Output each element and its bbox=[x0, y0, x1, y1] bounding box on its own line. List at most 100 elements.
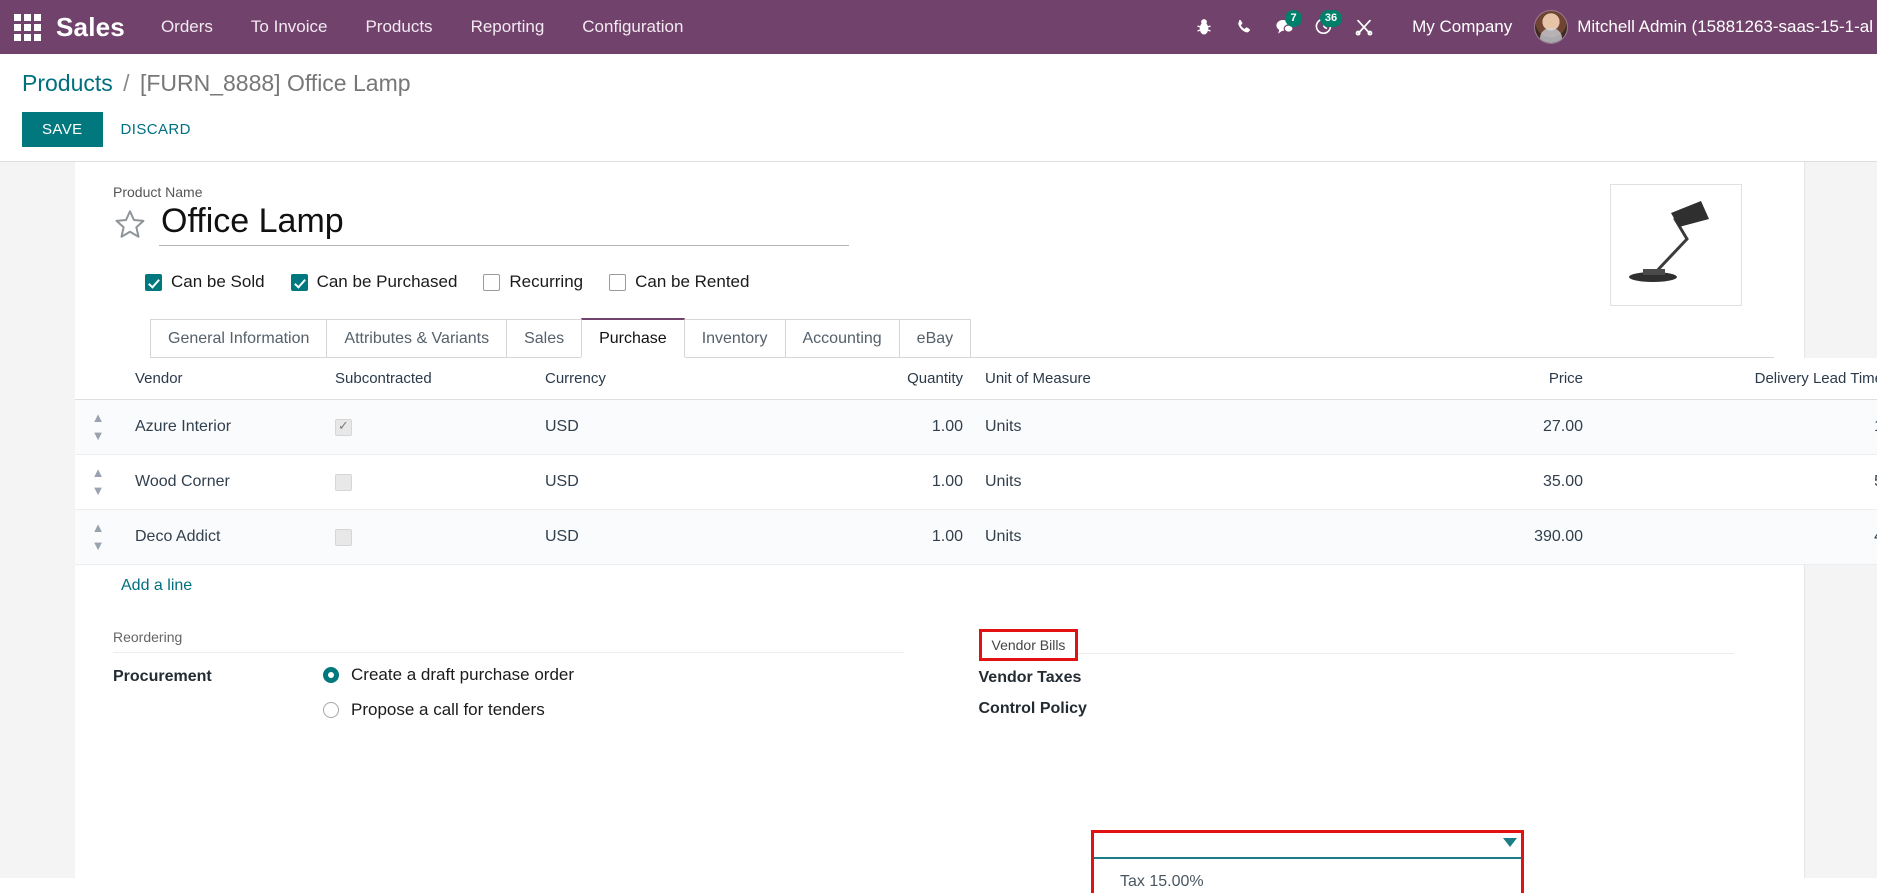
tab-accounting[interactable]: Accounting bbox=[784, 319, 900, 358]
recurring-label: Recurring bbox=[509, 272, 584, 292]
vendor-taxes-dropdown[interactable]: Tax 15.00% Start typing... bbox=[1091, 830, 1524, 893]
can-be-purchased-label: Can be Purchased bbox=[316, 272, 458, 292]
control-policy-label: Control Policy bbox=[978, 700, 1087, 718]
breadcrumb: Products / [FURN_8888] Office Lamp bbox=[22, 70, 1855, 96]
vendor-bills-group: Vendor Bills Vendor Taxes Control Policy bbox=[944, 629, 1775, 745]
drag-handle-icon[interactable]: ▲ ▼ bbox=[75, 509, 121, 566]
cell-uom[interactable]: Units bbox=[971, 454, 1301, 511]
table-row[interactable]: ▲▼ Wood Corner USD 1.00 Units 35.00 5 🗑.… bbox=[75, 454, 1877, 511]
subcontracted-checkbox[interactable] bbox=[335, 528, 352, 546]
star-icon[interactable] bbox=[113, 207, 147, 241]
cell-lead-time[interactable]: 4 bbox=[1591, 509, 1877, 566]
cell-subcontracted[interactable] bbox=[321, 454, 531, 511]
dropdown-option-tax-15[interactable]: Tax 15.00% bbox=[1094, 869, 1521, 893]
can-be-purchased-checkbox[interactable] bbox=[290, 273, 308, 291]
vendor-taxes-input[interactable] bbox=[1094, 833, 1496, 858]
table-row[interactable]: ▲▼ Deco Addict USD 1.00 Units 390.00 4 🗑… bbox=[75, 509, 1877, 566]
cell-price[interactable]: 35.00 bbox=[1301, 454, 1591, 511]
radio-label-tenders: Propose a call for tenders bbox=[351, 700, 545, 720]
table-row[interactable]: ▲▼ Azure Interior USD 1.00 Units 27.00 1… bbox=[75, 399, 1877, 456]
tools-icon[interactable] bbox=[1344, 0, 1384, 54]
cell-quantity[interactable]: 1.00 bbox=[781, 454, 971, 511]
can-be-rented-label: Can be Rented bbox=[635, 272, 750, 292]
bug-icon[interactable] bbox=[1184, 0, 1224, 54]
control-panel: Products / [FURN_8888] Office Lamp SAVE … bbox=[0, 54, 1877, 187]
can-be-sold-checkbox[interactable] bbox=[145, 273, 162, 291]
cell-quantity[interactable]: 1.00 bbox=[781, 399, 971, 456]
checkbox-can-be-sold[interactable]: Can be Sold bbox=[145, 272, 265, 292]
col-drag-handle bbox=[75, 358, 121, 401]
vendor-taxes-label: Vendor Taxes bbox=[978, 669, 1082, 687]
product-image-box[interactable] bbox=[1610, 184, 1742, 307]
discard-button[interactable]: DISCARD bbox=[103, 112, 209, 147]
save-button[interactable]: SAVE bbox=[22, 112, 103, 148]
radio-button-draft-po[interactable] bbox=[323, 667, 339, 684]
phone-icon[interactable] bbox=[1224, 0, 1264, 54]
radio-create-draft-purchase-order[interactable]: Create a draft purchase order bbox=[323, 665, 904, 685]
apps-grid-icon[interactable] bbox=[10, 10, 44, 44]
col-delivery-lead-time[interactable]: Delivery Lead Time bbox=[1591, 358, 1877, 401]
vendor-taxes-input-row[interactable] bbox=[1094, 833, 1521, 860]
cell-uom[interactable]: Units bbox=[971, 509, 1301, 566]
chevron-down-icon[interactable] bbox=[1503, 838, 1517, 848]
cell-price[interactable]: 390.00 bbox=[1301, 509, 1591, 566]
tab-ebay[interactable]: eBay bbox=[898, 319, 972, 358]
cell-quantity[interactable]: 1.00 bbox=[781, 509, 971, 566]
product-title-row bbox=[113, 202, 1774, 247]
col-unit-of-measure[interactable]: Unit of Measure bbox=[971, 358, 1301, 401]
cell-currency[interactable]: USD bbox=[531, 509, 781, 566]
menu-products[interactable]: Products bbox=[365, 17, 432, 37]
cell-uom[interactable]: Units bbox=[971, 399, 1301, 456]
company-switcher[interactable]: My Company bbox=[1412, 17, 1512, 37]
messages-icon[interactable]: 7 bbox=[1264, 0, 1304, 54]
cell-currency[interactable]: USD bbox=[531, 454, 781, 511]
cell-vendor[interactable]: Wood Corner bbox=[121, 454, 321, 511]
vendor-taxes-option-list: Tax 15.00% Start typing... bbox=[1094, 859, 1521, 893]
col-price[interactable]: Price bbox=[1301, 358, 1591, 401]
checkbox-can-be-purchased[interactable]: Can be Purchased bbox=[290, 272, 458, 292]
tab-general-information[interactable]: General Information bbox=[150, 319, 328, 358]
product-name-label: Product Name bbox=[113, 184, 203, 201]
vendor-bills-rule bbox=[978, 653, 1734, 655]
activities-badge: 36 bbox=[1319, 10, 1343, 27]
cell-vendor[interactable]: Azure Interior bbox=[121, 399, 321, 456]
col-quantity[interactable]: Quantity bbox=[781, 358, 971, 401]
user-menu[interactable]: Mitchell Admin (15881263-saas-15-1-al bbox=[1534, 10, 1877, 44]
tab-attributes-variants[interactable]: Attributes & Variants bbox=[326, 319, 508, 358]
radio-button-tenders[interactable] bbox=[323, 702, 339, 719]
col-subcontracted[interactable]: Subcontracted bbox=[321, 358, 531, 401]
procurement-options: Create a draft purchase order Propose a … bbox=[323, 665, 904, 735]
app-brand-sales[interactable]: Sales bbox=[56, 12, 125, 43]
cell-currency[interactable]: USD bbox=[531, 399, 781, 456]
drag-handle-icon[interactable]: ▲ ▼ bbox=[75, 454, 121, 511]
tab-sales[interactable]: Sales bbox=[506, 319, 583, 358]
subcontracted-checkbox[interactable] bbox=[335, 473, 352, 491]
product-name-input[interactable] bbox=[159, 202, 849, 247]
can-be-rented-checkbox[interactable] bbox=[609, 273, 627, 291]
cell-subcontracted[interactable] bbox=[321, 509, 531, 566]
checkbox-can-be-rented[interactable]: Can be Rented bbox=[609, 272, 749, 292]
cell-subcontracted[interactable] bbox=[321, 399, 531, 456]
recurring-checkbox[interactable] bbox=[483, 273, 501, 291]
tab-purchase[interactable]: Purchase bbox=[581, 318, 685, 358]
cell-price[interactable]: 27.00 bbox=[1301, 399, 1591, 456]
checkbox-recurring[interactable]: Recurring bbox=[483, 272, 583, 292]
activities-clock-icon[interactable]: 36 bbox=[1304, 0, 1344, 54]
subcontracted-checkbox[interactable] bbox=[335, 418, 352, 436]
col-vendor[interactable]: Vendor bbox=[121, 358, 321, 401]
menu-reporting[interactable]: Reporting bbox=[471, 17, 545, 37]
add-a-line-button[interactable]: Add a line bbox=[75, 565, 192, 607]
col-currency[interactable]: Currency bbox=[531, 358, 781, 401]
cell-vendor[interactable]: Deco Addict bbox=[121, 509, 321, 566]
menu-orders[interactable]: Orders bbox=[161, 17, 213, 37]
form-background: Product Name Can be Sold Can be Purchase… bbox=[0, 162, 1877, 893]
cell-lead-time[interactable]: 1 bbox=[1591, 399, 1877, 456]
radio-propose-call-for-tenders[interactable]: Propose a call for tenders bbox=[323, 700, 904, 720]
tab-inventory[interactable]: Inventory bbox=[683, 319, 786, 358]
breadcrumb-products[interactable]: Products bbox=[22, 70, 113, 96]
notebook-tabs: General Information Attributes & Variant… bbox=[150, 318, 1774, 359]
drag-handle-icon[interactable]: ▲ ▼ bbox=[75, 399, 121, 456]
cell-lead-time[interactable]: 5 bbox=[1591, 454, 1877, 511]
menu-configuration[interactable]: Configuration bbox=[582, 17, 683, 37]
menu-to-invoice[interactable]: To Invoice bbox=[251, 17, 328, 37]
